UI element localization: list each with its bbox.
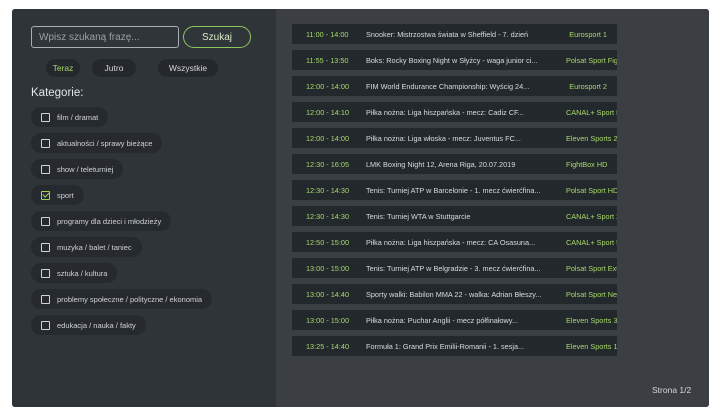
program-row[interactable]: 13:00 - 15:00 Piłka nożna: Puchar Anglii… xyxy=(292,310,617,330)
category-music[interactable]: muzyka / balet / taniec xyxy=(31,237,142,257)
categories-heading: Kategorie: xyxy=(31,87,84,99)
program-channel: Eleven Sports 2 xyxy=(566,133,617,143)
program-row[interactable]: 13:25 - 14:40 Formuła 1: Grand Prix Emil… xyxy=(292,336,617,356)
program-row[interactable]: 12:30 - 14:30 Tenis: Turniej ATP w Barce… xyxy=(292,180,617,200)
category-label: sport xyxy=(57,190,74,200)
program-row[interactable]: 13:00 - 15:00 Tenis: Turniej ATP w Belgr… xyxy=(292,258,617,278)
program-title: FIM World Endurance Championship: Wyścig… xyxy=(366,81,530,91)
checkbox-icon[interactable] xyxy=(41,294,50,304)
program-title: Boks: Rocky Boxing Night w Słyżcy - waga… xyxy=(366,55,538,65)
program-channel: Eleven Sports 3 xyxy=(566,315,617,325)
program-time: 12:30 - 14:30 xyxy=(306,211,350,221)
program-channel: Eurosport 2 xyxy=(569,81,607,91)
category-education[interactable]: edukacja / nauka / fakty xyxy=(31,315,146,335)
program-title: Tenis: Turniej WTA w Stuttgarcie xyxy=(366,211,471,221)
program-channel: CANAL+ Sport HD xyxy=(566,107,617,117)
category-news[interactable]: aktualności / sprawy bieżące xyxy=(31,133,163,153)
program-title: Tenis: Turniej ATP w Barcelonie - 1. mec… xyxy=(366,185,541,195)
program-title: Piłka nożna: Liga włoska - mecz: Juventu… xyxy=(366,133,521,143)
program-channel: FightBox HD xyxy=(566,159,608,169)
program-channel: CANAL+ Sport 2 HD xyxy=(566,211,617,221)
program-channel: Polsat Sport News... xyxy=(566,289,617,299)
filter-all-button[interactable]: Wszystkie xyxy=(158,59,218,77)
search-input[interactable] xyxy=(31,26,179,48)
filter-tomorrow-button[interactable]: Jutro xyxy=(92,59,136,77)
program-channel: Polsat Sport Fight... xyxy=(566,55,617,65)
category-social[interactable]: problemy społeczne / polityczne / ekonom… xyxy=(31,289,213,309)
program-row[interactable]: 13:00 - 14:40 Sporty walki: Babilon MMA … xyxy=(292,284,617,304)
category-label: film / dramat xyxy=(57,112,99,122)
program-channel: Eurosport 1 xyxy=(569,29,607,39)
category-arts[interactable]: sztuka / kultura xyxy=(31,263,118,283)
checkbox-icon[interactable] xyxy=(41,268,50,278)
category-label: programy dla dzieci i młodzieży xyxy=(57,216,162,226)
program-title: Piłka nożna: Puchar Anglii - mecz półfin… xyxy=(366,315,518,325)
program-channel: Eleven Sports 1 xyxy=(566,341,617,351)
program-time: 12:50 - 15:00 xyxy=(306,237,350,247)
program-time: 12:30 - 16:05 xyxy=(306,159,350,169)
program-time: 13:00 - 15:00 xyxy=(306,315,350,325)
program-row[interactable]: 12:30 - 16:05 LMK Boxing Night 12, Arena… xyxy=(292,154,617,174)
category-label: edukacja / nauka / fakty xyxy=(57,320,136,330)
program-time: 11:55 - 13:50 xyxy=(306,55,349,65)
category-label: muzyka / balet / taniec xyxy=(57,242,132,252)
checkbox-icon[interactable] xyxy=(41,164,50,174)
program-title: Sporty walki: Babilon MMA 22 - walka: Ad… xyxy=(366,289,542,299)
checkbox-icon[interactable] xyxy=(41,242,50,252)
epg-app-window: Szukaj Teraz Jutro Wszystkie Kategorie: … xyxy=(12,9,709,407)
checkbox-checked-icon[interactable] xyxy=(41,190,50,200)
program-row[interactable]: 12:00 - 14:00 Piłka nożna: Liga włoska -… xyxy=(292,128,617,148)
program-title: Formuła 1: Grand Prix Emilii-Romanii - 1… xyxy=(366,341,525,351)
category-label: aktualności / sprawy bieżące xyxy=(57,138,153,148)
program-channel: CANAL+ Sport 5 HD xyxy=(566,237,617,247)
category-kids[interactable]: programy dla dzieci i młodzieży xyxy=(31,211,172,231)
program-row[interactable]: 12:00 - 14:00 FIM World Endurance Champi… xyxy=(292,76,617,96)
program-channel: Polsat Sport Extra... xyxy=(566,263,617,273)
category-label: sztuka / kultura xyxy=(57,268,108,278)
search-button[interactable]: Szukaj xyxy=(183,26,251,48)
checkbox-icon[interactable] xyxy=(41,320,50,330)
program-title: Piłka nożna: Liga hiszpańska - mecz: CA … xyxy=(366,237,536,247)
program-title: Snooker: Mistrzostwa świata w Sheffield … xyxy=(366,29,529,39)
category-label: problemy społeczne / polityczne / ekonom… xyxy=(57,294,203,304)
program-row[interactable]: 11:00 - 14:00 Snooker: Mistrzostwa świat… xyxy=(292,24,617,44)
program-title: Tenis: Turniej ATP w Belgradzie - 3. mec… xyxy=(366,263,541,273)
category-label: show / teleturniej xyxy=(57,164,114,174)
checkbox-icon[interactable] xyxy=(41,112,50,122)
program-channel: Polsat Sport HD xyxy=(566,185,617,195)
program-time: 13:00 - 15:00 xyxy=(306,263,350,273)
checkbox-icon[interactable] xyxy=(41,216,50,226)
filter-now-button[interactable]: Teraz xyxy=(46,59,80,77)
program-time: 12:00 - 14:00 xyxy=(306,81,350,91)
program-title: LMK Boxing Night 12, Arena Riga, 20.07.2… xyxy=(366,159,516,169)
program-time: 13:00 - 14:40 xyxy=(306,289,350,299)
category-show[interactable]: show / teleturniej xyxy=(31,159,124,179)
category-sport[interactable]: sport xyxy=(31,185,84,205)
program-row[interactable]: 12:50 - 15:00 Piłka nożna: Liga hiszpańs… xyxy=(292,232,617,252)
page-indicator: Strona 1/2 xyxy=(652,385,692,395)
program-time: 12:30 - 14:30 xyxy=(306,185,350,195)
program-time: 13:25 - 14:40 xyxy=(306,341,350,351)
program-row[interactable]: 12:30 - 14:30 Tenis: Turniej WTA w Stutt… xyxy=(292,206,617,226)
program-time: 11:00 - 14:00 xyxy=(306,29,349,39)
program-row[interactable]: 12:00 - 14:10 Piłka nożna: Liga hiszpańs… xyxy=(292,102,617,122)
program-time: 12:00 - 14:10 xyxy=(306,107,350,117)
program-title: Piłka nożna: Liga hiszpańska - mecz: Cad… xyxy=(366,107,524,117)
program-time: 12:00 - 14:00 xyxy=(306,133,350,143)
category-film[interactable]: film / dramat xyxy=(31,107,109,127)
program-row[interactable]: 11:55 - 13:50 Boks: Rocky Boxing Night w… xyxy=(292,50,617,70)
checkbox-icon[interactable] xyxy=(41,138,50,148)
